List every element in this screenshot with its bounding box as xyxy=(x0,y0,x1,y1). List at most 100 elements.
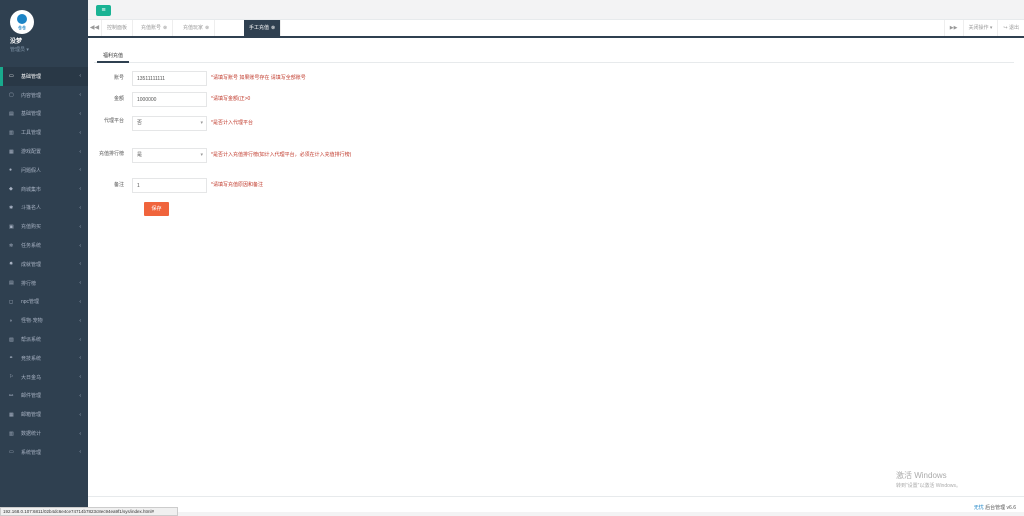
sidebar-item[interactable]: ▤ 排行榜 ‹ xyxy=(0,274,88,293)
tab-label: 手工充值 xyxy=(249,25,270,31)
logout-button[interactable]: ↪ 退出 xyxy=(997,20,1024,36)
tabs-prev-button[interactable]: ◀◀ xyxy=(88,20,102,36)
close-icon[interactable]: ⊗ xyxy=(271,25,275,31)
recharge-ranking-value: 是 xyxy=(137,152,143,158)
recharge-ranking-label: 充值排行榜 xyxy=(98,151,124,157)
sidebar-item[interactable]: ✸ 成就管理 ‹ xyxy=(0,255,88,274)
menu-icon: ✲ xyxy=(9,242,14,249)
sidebar-item[interactable]: ✲ 任务系统 ‹ xyxy=(0,236,88,255)
account-label: 账号 xyxy=(113,75,124,81)
sidebar-item-label: 斗篷名人 xyxy=(21,205,42,212)
sidebar-item[interactable]: ◆ 商城集市 ‹ xyxy=(0,180,88,199)
profile-name: 没梦 xyxy=(10,39,23,45)
sidebar-item[interactable]: ▤ 基础管理 ‹ xyxy=(0,105,88,124)
menu-icon: ▦ xyxy=(9,411,14,418)
profile: 仓仓 没梦 管理员 ▾ xyxy=(0,0,88,64)
watermark-subtitle: 转到“设置”以激活 Windows。 xyxy=(896,483,962,489)
menu-icon: ▣ xyxy=(9,223,14,230)
tab-dashboard[interactable]: 控制面板 xyxy=(102,20,134,36)
sidebar-item[interactable]: ▭ 基础管理 ‹ xyxy=(0,67,88,86)
sidebar-item[interactable]: ▣ 充值购买 ‹ xyxy=(0,217,88,236)
menu-icon: ◻ xyxy=(9,298,14,305)
sidebar-item[interactable]: ⚯ 邮件管理 ‹ xyxy=(0,387,88,406)
sidebar-item[interactable]: ▧ 帮派系统 ‹ xyxy=(0,330,88,349)
recharge-ranking-select[interactable]: 是 ▾ xyxy=(132,148,207,163)
agent-platform-select[interactable]: 否 ▾ xyxy=(132,116,207,131)
menu-icon: ✱ xyxy=(9,204,14,211)
chevron-left-icon: ‹ xyxy=(79,167,81,174)
chevron-left-icon: ‹ xyxy=(79,223,81,230)
sidebar-item-label: 成就管理 xyxy=(21,261,42,268)
close-operations-dropdown[interactable]: 关闭操作 ▾ xyxy=(962,20,998,36)
double-right-arrow-icon: ▶▶ xyxy=(949,25,958,31)
sidebar-item[interactable]: ⚭ 竞技系统 ‹ xyxy=(0,349,88,368)
chevron-left-icon: ‹ xyxy=(79,392,81,399)
menu-icon: ▢ xyxy=(9,92,14,99)
menu-icon: ▤ xyxy=(9,110,14,117)
sidebar-item[interactable]: ⚐ 大日金乌 ‹ xyxy=(0,368,88,387)
chevron-left-icon: ‹ xyxy=(79,129,81,136)
sidebar-item-label: 系统管理 xyxy=(21,449,42,456)
menu-icon: ⚭ xyxy=(9,355,14,362)
sidebar-item-label: 商城集市 xyxy=(21,186,42,193)
sidebar-item[interactable]: ◑ 怪物·宠物 ‹ xyxy=(0,311,88,330)
sidebar-item-label: 帮派系统 xyxy=(21,337,42,344)
tab-label: 充值账号 xyxy=(141,25,162,31)
menu-toggle-button[interactable]: ≡ xyxy=(96,5,111,16)
sidebar-item[interactable]: ● 问题假人 ‹ xyxy=(0,161,88,180)
chevron-down-icon: ▾ xyxy=(200,120,203,126)
sidebar-item-label: 任务系统 xyxy=(21,243,42,250)
account-input[interactable] xyxy=(132,71,207,86)
sidebar-item-label: 基础管理 xyxy=(21,111,42,118)
sidebar-item-label: 数据统计 xyxy=(21,431,42,438)
sidebar-item[interactable]: ▥ 工具管理 ‹ xyxy=(0,123,88,142)
menu-icon: ▧ xyxy=(9,336,14,343)
remark-label: 备注 xyxy=(113,182,124,188)
footer-copyright: 无忧 后台管理 v6.6 xyxy=(974,504,1016,511)
chevron-left-icon: ‹ xyxy=(79,261,81,268)
remark-input[interactable] xyxy=(132,178,207,193)
save-button[interactable]: 保存 xyxy=(144,202,169,216)
tab-welfare-recharge[interactable]: 福利充值 xyxy=(97,50,130,63)
tabs-next-button[interactable]: ▶▶ xyxy=(943,20,963,36)
main-content: 福利充值 账号 *请填写账号 如果账号存在 请填写全部账号 金额 *请填写金额(… xyxy=(88,38,1024,496)
close-icon[interactable]: ⊗ xyxy=(163,25,167,31)
menu-icon: ▤ xyxy=(9,280,14,287)
sidebar-item[interactable]: ▭ 系统管理 ‹ xyxy=(0,443,88,462)
logo-text: 仓仓 xyxy=(18,25,26,30)
sidebar-item[interactable]: ▦ 游戏配置 ‹ xyxy=(0,142,88,161)
tab-recharge-player[interactable]: 充值玩家 ⊗ xyxy=(178,20,216,36)
sidebar-item[interactable]: ✱ 斗篷名人 ‹ xyxy=(0,199,88,218)
tab-manual-recharge[interactable]: 手工充值 ⊗ xyxy=(244,20,282,36)
menu-icon: ● xyxy=(9,167,13,174)
menu-icon: ▥ xyxy=(9,129,14,136)
footer-brand[interactable]: 无忧 xyxy=(974,505,984,511)
menu-icon: ▦ xyxy=(9,148,14,155)
chevron-left-icon: ‹ xyxy=(79,186,81,193)
sidebar-item[interactable]: ▢ 内容管理 ‹ xyxy=(0,86,88,105)
amount-input[interactable] xyxy=(132,92,207,107)
sidebar-item-label: 怪物·宠物 xyxy=(21,318,43,325)
chevron-left-icon: ‹ xyxy=(79,355,81,362)
chevron-left-icon: ‹ xyxy=(79,204,81,211)
chevron-left-icon: ‹ xyxy=(79,317,81,324)
sidebar-item[interactable]: ▦ 邮箱管理 ‹ xyxy=(0,405,88,424)
chevron-left-icon: ‹ xyxy=(79,374,81,381)
tab-recharge-account[interactable]: 充值账号 ⊗ xyxy=(136,20,174,36)
chevron-left-icon: ‹ xyxy=(79,430,81,437)
sidebar-item-label: 竞技系统 xyxy=(21,355,42,362)
horizontal-scrollbar[interactable] xyxy=(88,512,1024,516)
sidebar-nav: ▭ 基础管理 ‹ ▢ 内容管理 ‹ ▤ 基础管理 ‹ ▥ 工具管理 ‹ ▦ 游戏配置 ‹ ● 问题假人 ‹ ◆ 商城集… xyxy=(0,67,88,462)
close-icon[interactable]: ⊗ xyxy=(205,25,209,31)
sidebar-item-label: 内容管理 xyxy=(21,92,42,99)
tab-tools: ▶▶ 关闭操作 ▾ ↪ 退出 xyxy=(943,20,1024,36)
agent-platform-value: 否 xyxy=(137,120,143,126)
sidebar-item[interactable]: ◻ npc管理 ‹ xyxy=(0,293,88,312)
sidebar-item[interactable]: ▥ 数据统计 ‹ xyxy=(0,424,88,443)
chevron-left-icon: ‹ xyxy=(79,411,81,418)
profile-role-dropdown[interactable]: 管理员 ▾ xyxy=(10,46,88,53)
avatar[interactable]: 仓仓 xyxy=(10,10,34,34)
sidebar-item-label: 工具管理 xyxy=(21,130,42,137)
chevron-left-icon: ‹ xyxy=(79,449,81,456)
account-hint: *请填写账号 如果账号存在 请填写全部账号 xyxy=(211,75,306,81)
